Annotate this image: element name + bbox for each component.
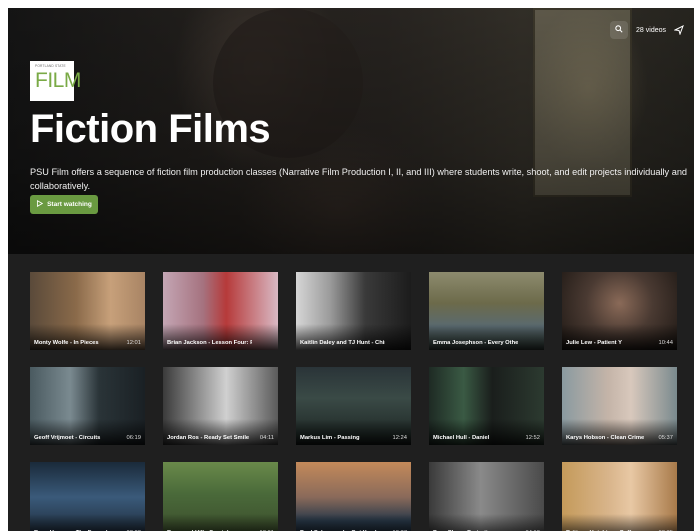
video-title: Julie Lew - Patient Y — [566, 340, 622, 346]
page-title: Fiction Films — [30, 107, 271, 151]
video-duration: 12:52 — [525, 435, 540, 441]
start-watching-button[interactable]: Start watching — [30, 195, 98, 214]
video-title: Monty Wolfe - In Pieces — [34, 340, 99, 346]
thumbnail-gradient — [562, 324, 677, 350]
video-card[interactable]: Brittany Hutchins - Coffee03:35 — [562, 462, 677, 531]
play-icon — [36, 199, 44, 209]
video-duration: 12:24 — [392, 435, 407, 441]
video-duration: 04:11 — [259, 435, 274, 441]
logo-main-text: FILM — [35, 69, 81, 93]
video-card[interactable]: Karys Hobson - Clean Crime 05:37 — [562, 367, 677, 445]
video-card[interactable]: Paul Schamanek - Got You Last10:37 — [296, 462, 411, 531]
video-card[interactable]: Geoff Vrijmoet - Circuits 06:19 — [30, 367, 145, 445]
video-title: Brian Jackson - Lesson Four: Revenge — [167, 340, 252, 346]
video-title: Markus Lim - Passing — [300, 435, 360, 441]
thumbnail-gradient — [30, 514, 145, 531]
video-title: Jordan Ros - Ready Set Smile — [167, 435, 250, 441]
video-title: Geoff Vrijmoet - Circuits — [34, 435, 101, 441]
thumbnail-gradient — [429, 419, 544, 445]
video-duration: 06:19 — [126, 435, 141, 441]
thumbnail-gradient — [296, 514, 411, 531]
thumbnail-gradient — [429, 324, 544, 350]
video-duration: 05:37 — [658, 435, 673, 441]
page-frame: 28 videos PORTLAND STATE FILM Fiction Fi… — [8, 8, 694, 531]
thumbnail-gradient — [30, 419, 145, 445]
hero-banner: 28 videos PORTLAND STATE FILM Fiction Fi… — [8, 8, 694, 254]
share-icon[interactable] — [674, 25, 684, 35]
thumbnail-gradient — [429, 514, 544, 531]
video-title: Karys Hobson - Clean Crime — [566, 435, 645, 441]
video-card[interactable]: Ryan Hansen - The Formula03:03 — [30, 462, 145, 531]
video-card[interactable]: Julie Lew - Patient Y 10:44 — [562, 272, 677, 350]
thumbnail-gradient — [163, 324, 278, 350]
thumbnail-gradient — [163, 514, 278, 531]
video-title: Kaitlin Daley and TJ Hunt - Chinato — [300, 340, 385, 346]
video-count: 28 videos — [636, 26, 666, 34]
video-grid: Monty Wolfe - In Pieces 12:01 Brian Jackso… — [30, 272, 677, 531]
video-title: Emma Josephson - Every Other Week — [433, 340, 518, 346]
search-button[interactable] — [610, 21, 629, 39]
search-icon — [615, 25, 623, 35]
thumbnail-gradient — [296, 419, 411, 445]
video-card[interactable]: Brian Jackson - Lesson Four: Revenge — [163, 272, 278, 350]
start-watching-label: Start watching — [47, 201, 92, 208]
thumbnail-gradient — [562, 419, 677, 445]
psu-film-logo: PORTLAND STATE FILM — [30, 61, 81, 101]
video-card[interactable]: Monty Wolfe - In Pieces 12:01 — [30, 272, 145, 350]
video-card[interactable]: Dom Chen - Portrait04:10 — [429, 462, 544, 531]
logo-small-text: PORTLAND STATE — [35, 64, 66, 68]
thumbnail-gradient — [163, 419, 278, 445]
page-description: PSU Film offers a sequence of fiction fi… — [30, 167, 688, 191]
video-card[interactable]: Kaitlin Daley and TJ Hunt - Chinato — [296, 272, 411, 350]
thumbnail-gradient — [562, 514, 677, 531]
video-card[interactable]: Michael Hull - Daniel 12:52 — [429, 367, 544, 445]
video-card[interactable]: Emma Josephson - Every Other Week — [429, 272, 544, 350]
video-card[interactable]: Markus Lim - Passing 12:24 — [296, 367, 411, 445]
video-card[interactable]: Jordan Ros - Ready Set Smile 04:11 — [163, 367, 278, 445]
video-card[interactable]: Raymond Hill - Scratch13:01 — [163, 462, 278, 531]
thumbnail-gradient — [30, 324, 145, 350]
video-duration: 12:01 — [126, 340, 141, 346]
thumbnail-gradient — [296, 324, 411, 350]
header-actions: 28 videos — [610, 21, 684, 39]
video-title: Michael Hull - Daniel — [433, 435, 490, 441]
video-duration: 10:44 — [658, 340, 673, 346]
